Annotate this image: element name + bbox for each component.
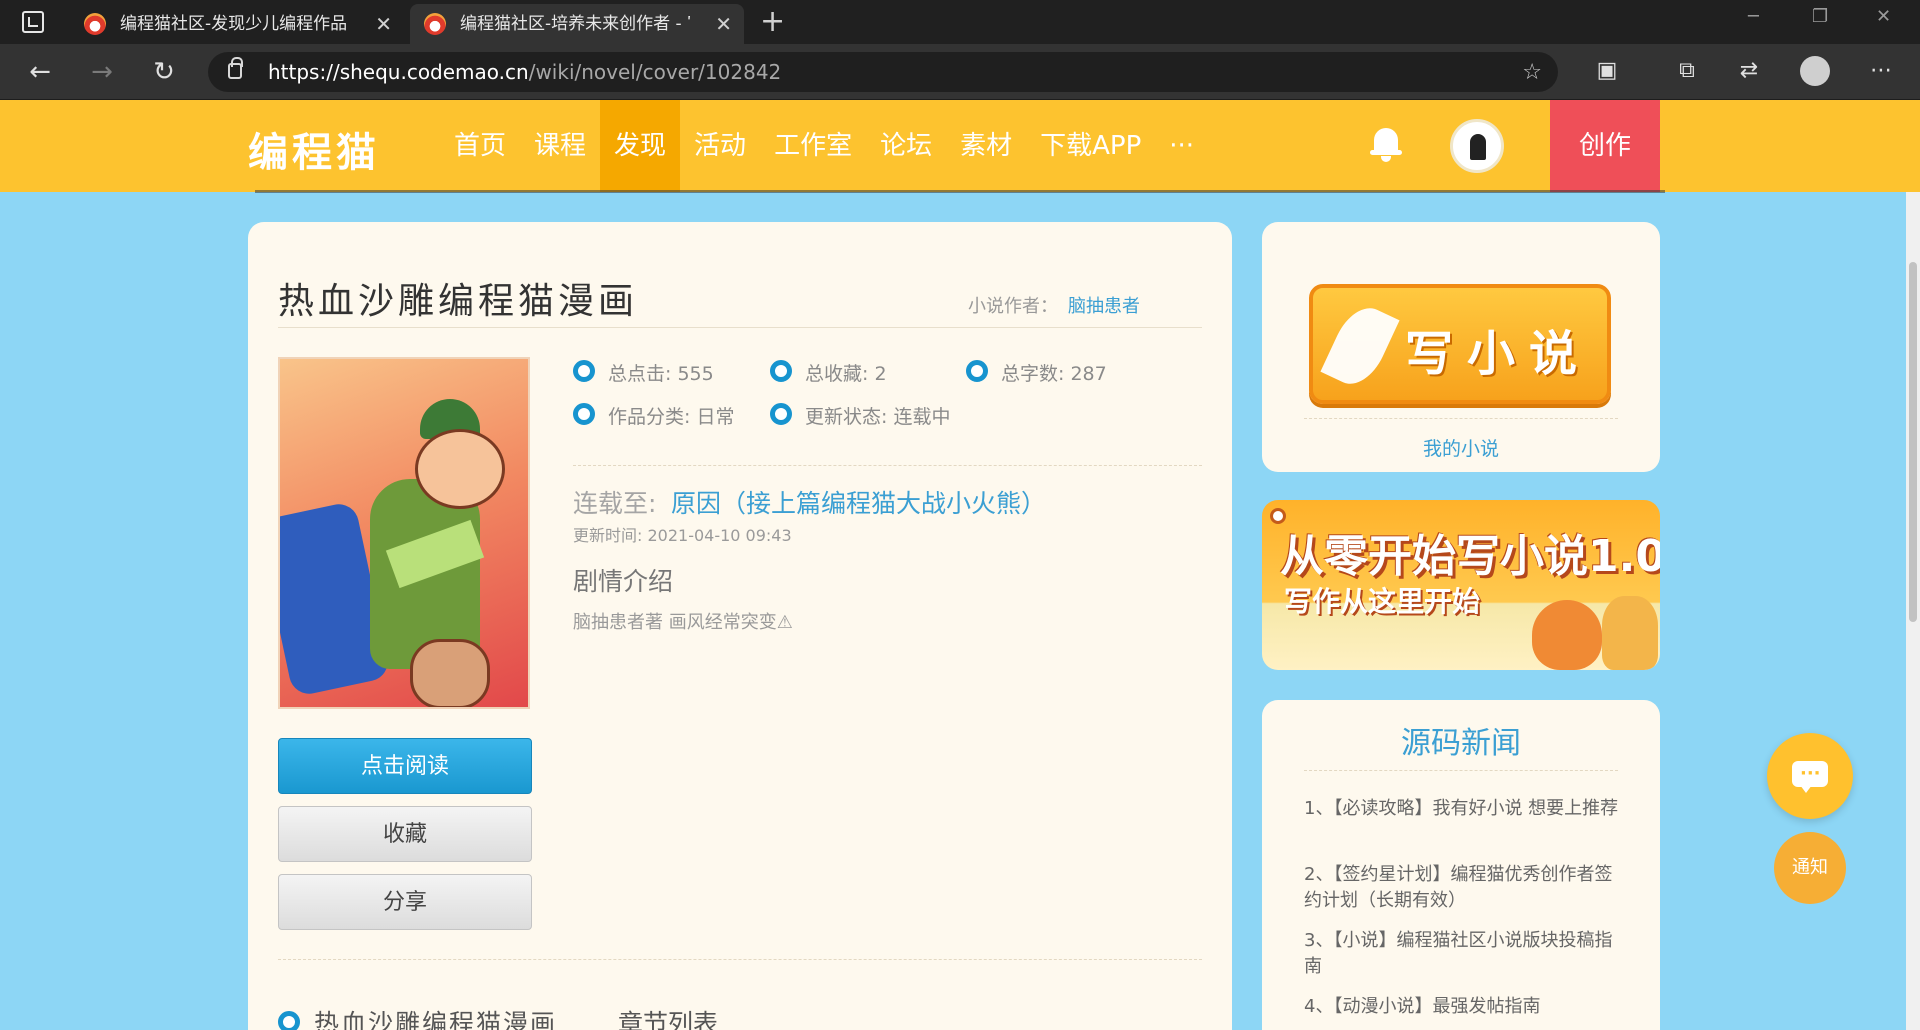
scrollbar-thumb[interactable] [1909,262,1917,622]
chapter-novel-title: 热血沙雕编程猫漫画 [314,1009,558,1030]
create-button[interactable]: 创作 [1550,100,1660,192]
profile-icon[interactable] [1800,56,1830,86]
browser-tab-bar: 编程猫社区-发现少儿编程作品 ✕ 编程猫社区-培养未来创作者 - 官 ✕ + ─… [0,0,1920,44]
stat-bullet-icon [770,403,792,425]
browser-toolbar: ← → ↻ https://shequ.codemao.cn/wiki/nove… [0,44,1920,100]
read-button[interactable]: 点击阅读 [278,738,532,794]
news-divider [1304,770,1618,771]
nav-studio[interactable]: 工作室 [760,100,866,192]
nav-forum[interactable]: 论坛 [866,100,946,192]
stat-category: 作品分类: 日常 [608,406,735,428]
promo-subtitle: 写作从这里开始 [1284,585,1481,618]
stat-bullet-icon [573,360,595,382]
tab-title: 编程猫社区-培养未来创作者 - 官 [460,14,690,34]
author-label: 小说作者： [968,296,1058,317]
my-novel-link[interactable]: 我的小说 [1262,434,1660,461]
nav-courses[interactable]: 课程 [520,100,600,192]
url-text[interactable]: https://shequ.codemao.cn/wiki/novel/cove… [268,52,781,92]
share-icon[interactable]: ⇄ [1734,56,1764,86]
stats-divider [573,465,1202,466]
write-novel-label: 写小说 [1405,326,1592,382]
codemao-favicon-icon [424,13,446,35]
stat-words: 总字数: 287 [1001,363,1107,385]
extension-icon[interactable]: ▣ [1592,56,1622,86]
notice-button[interactable]: 通知 [1774,832,1846,904]
favorite-button[interactable]: 收藏 [278,806,532,862]
author-link[interactable]: 脑抽患者 [1068,292,1140,318]
novel-detail-card: 热血沙雕编程猫漫画 小说作者： 脑抽患者 总点击: 555 总收藏: 2 总字数… [248,222,1232,1030]
promo-title: 从零开始写小说1.0 [1280,531,1660,582]
nav-materials[interactable]: 素材 [946,100,1026,192]
latest-chapter-link[interactable]: 原因（接上篇编程猫大战小火熊） [671,484,1046,520]
synopsis-text: 脑抽患者著 画风经常突变⚠ [573,612,793,633]
synopsis-heading: 剧情介绍 [573,567,674,596]
stat-clicks: 总点击: 555 [608,363,714,385]
news-item[interactable]: 4、【动漫小说】最强发帖指南 [1304,994,1624,1020]
back-icon[interactable]: ← [22,54,58,90]
write-novel-card: 写小说 我的小说 [1262,222,1660,472]
nav-download-app[interactable]: 下载APP [1026,100,1155,192]
nav-events[interactable]: 活动 [680,100,760,192]
news-item[interactable]: 1、【必读攻略】我有好小说 想要上推荐 [1304,796,1624,822]
main-nav: 首页 课程 发现 活动 工作室 论坛 素材 下载APP ··· [440,100,1208,192]
nav-discover[interactable]: 发现 [600,100,681,192]
write-card-divider [1304,418,1618,419]
stat-status: 更新状态: 连载中 [805,406,951,428]
nav-more[interactable]: ··· [1155,100,1208,192]
update-time: 更新时间: 2021-04-10 09:43 [573,526,792,545]
novel-title: 热血沙雕编程猫漫画 [278,281,639,322]
nav-home[interactable]: 首页 [440,100,520,192]
news-item[interactable]: 2、【签约星计划】编程猫优秀创作者签约计划（长期有效） [1304,862,1624,914]
stat-favorites: 总收藏: 2 [805,363,887,385]
close-tab-icon[interactable]: ✕ [375,4,392,44]
lock-icon[interactable] [228,57,243,79]
title-divider [278,327,1202,328]
serial-label: 连载至: [573,489,657,518]
stat-bullet-icon [770,360,792,382]
browser-tab-2[interactable]: 编程猫社区-培养未来创作者 - 官 ✕ [410,4,744,44]
restore-icon[interactable]: ❐ [1812,6,1828,27]
feather-icon [1320,299,1400,393]
chapter-divider [278,959,1202,960]
chat-button[interactable] [1767,733,1853,819]
stat-bullet-icon [573,403,595,425]
address-bar[interactable]: https://shequ.codemao.cn/wiki/novel/cove… [208,52,1558,92]
source-news-card: 源码新闻 1、【必读攻略】我有好小说 想要上推荐 2、【签约星计划】编程猫优秀创… [1262,700,1660,1030]
header-divider [255,190,1665,193]
chapter-list-heading: 章节列表 [618,1009,719,1030]
page-scrollbar[interactable] [1906,192,1920,1030]
add-favorite-icon[interactable]: ☆ [1522,60,1542,85]
user-avatar[interactable] [1450,119,1504,173]
close-window-icon[interactable]: ✕ [1876,6,1891,27]
news-item[interactable]: 3、【小说】编程猫社区小说版块投稿指南 [1304,928,1624,980]
collections-icon[interactable]: ⧉ [1672,56,1702,86]
close-tab-icon[interactable]: ✕ [715,4,732,44]
forward-icon[interactable]: → [84,54,120,90]
site-header: 编程猫 首页 课程 发现 活动 工作室 论坛 素材 下载APP ··· 创作 [0,100,1920,192]
new-tab-icon[interactable]: + [760,4,785,40]
chat-bubble-icon [1792,761,1828,793]
stat-bullet-icon [966,360,988,382]
news-title: 源码新闻 [1401,726,1521,761]
more-menu-icon[interactable]: ⋯ [1866,56,1896,86]
fox-mascot-icon [1532,600,1602,670]
novel-cover-image [278,357,530,709]
bell-icon[interactable] [1370,126,1402,162]
write-novel-button[interactable]: 写小说 [1309,284,1611,404]
refresh-icon[interactable]: ↻ [146,54,182,90]
promo-banner[interactable]: 从零开始写小说1.0 写作从这里开始 [1262,500,1660,670]
site-logo[interactable]: 编程猫 [248,120,380,178]
browser-tab-1[interactable]: 编程猫社区-发现少儿编程作品 ✕ [70,4,404,44]
giraffe-mascot-icon [1602,596,1658,670]
chapter-bullet-icon [278,1011,300,1030]
minimize-icon[interactable]: ─ [1748,6,1759,27]
share-button[interactable]: 分享 [278,874,532,930]
codemao-favicon-icon [84,13,106,35]
tab-title: 编程猫社区-发现少儿编程作品 [120,14,348,34]
tab-actions-icon[interactable] [22,11,44,33]
